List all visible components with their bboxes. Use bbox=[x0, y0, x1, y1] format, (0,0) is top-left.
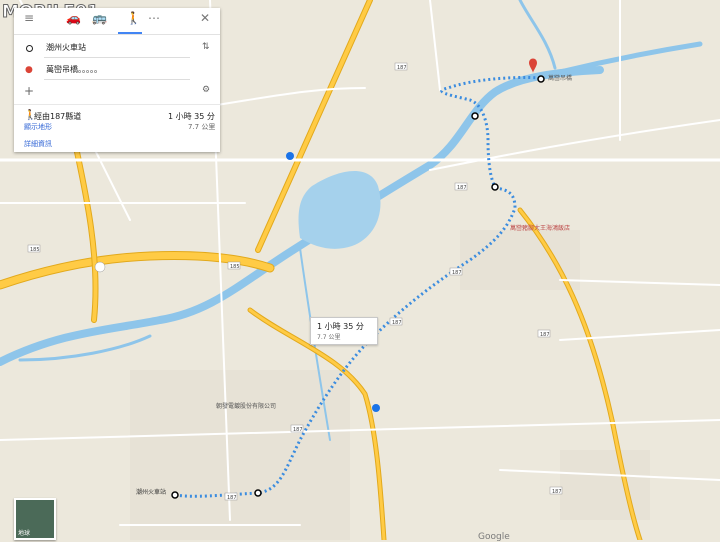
route-distance: 7.7 公里 bbox=[188, 123, 216, 131]
menu-icon[interactable]: ≡ bbox=[24, 11, 34, 25]
add-destination-row[interactable]: + ⚙ bbox=[14, 82, 220, 104]
bus-icon[interactable]: 🚌 bbox=[92, 11, 107, 25]
origin-input[interactable]: 潮州火車站 bbox=[46, 42, 86, 53]
suspension-bridge-label: 萬巒吊橋 bbox=[548, 74, 572, 82]
earth-view-toggle[interactable]: 地球 bbox=[14, 498, 56, 540]
options-icon[interactable]: ⚙ bbox=[202, 85, 210, 95]
road-shield-label: 187 bbox=[397, 65, 407, 71]
restaurant-label: 萬巒豬腳大王海鴻飯店 bbox=[510, 224, 570, 232]
road-shield-label: 187 bbox=[552, 489, 562, 495]
close-icon[interactable]: ✕ bbox=[200, 11, 210, 25]
road-shield-label: 185 bbox=[230, 264, 240, 270]
directions-panel: ≡ 🚗 🚌 🚶 ⋯ ✕ 潮州火車站 ⇅ ● 萬巒吊橋。。。。。 + ⚙ 🚶 經由… bbox=[14, 8, 220, 152]
origin-row[interactable]: 潮州火車站 ⇅ bbox=[14, 38, 220, 60]
route-title: 經由187縣道 bbox=[34, 112, 82, 121]
destination-pin-icon: ● bbox=[25, 65, 33, 75]
road-shield-label: 187 bbox=[293, 427, 303, 433]
waypoint-2 bbox=[491, 183, 499, 191]
road-shield-label: 187 bbox=[392, 320, 402, 326]
station-label: 潮州火車站 bbox=[136, 488, 166, 496]
route-time: 1 小時 35 分 bbox=[168, 112, 215, 121]
route-callout[interactable]: 1 小時 35 分 7.7 公里 bbox=[310, 317, 378, 345]
swap-icon[interactable]: ⇅ bbox=[202, 42, 210, 52]
add-destination-icon[interactable]: + bbox=[24, 84, 34, 98]
road-shield-label: 187 bbox=[227, 495, 237, 501]
destination-underline bbox=[44, 79, 190, 80]
more-icon[interactable]: ⋯ bbox=[148, 11, 160, 25]
origin-underline bbox=[44, 57, 190, 58]
walk-icon[interactable]: 🚶 bbox=[126, 11, 141, 25]
road-shield-label: 185 bbox=[30, 247, 40, 253]
road-shield-label: 187 bbox=[540, 332, 550, 338]
road-shield-label: 187 bbox=[452, 270, 462, 276]
earth-thumb-label: 地球 bbox=[18, 530, 31, 537]
destination-input[interactable]: 萬巒吊橋。。。。。 bbox=[46, 64, 102, 75]
car-icon[interactable]: 🚗 bbox=[66, 11, 81, 25]
callout-time: 1 小時 35 分 bbox=[317, 322, 364, 331]
google-watermark: Google bbox=[478, 532, 510, 542]
terrain-link[interactable]: 顯示地形 bbox=[24, 122, 52, 132]
factory-label: 朝發電鍍股份有限公司 bbox=[216, 402, 276, 410]
road-shield-label: 187 bbox=[457, 185, 467, 191]
transport-mode-bar: ≡ 🚗 🚌 🚶 ⋯ ✕ bbox=[14, 8, 220, 35]
details-link[interactable]: 詳細資訊 bbox=[24, 139, 52, 149]
origin-marker bbox=[171, 491, 179, 499]
waypoint-1 bbox=[471, 112, 479, 120]
route-summary[interactable]: 🚶 經由187縣道 1 小時 35 分 顯示地形 7.7 公里 詳細資訊 bbox=[14, 104, 220, 153]
origin-dot-icon bbox=[26, 45, 33, 52]
destination-row[interactable]: ● 萬巒吊橋。。。。。 bbox=[14, 60, 220, 82]
callout-distance: 7.7 公里 bbox=[317, 334, 341, 341]
waypoint-3 bbox=[254, 489, 262, 497]
active-mode-underline bbox=[118, 32, 142, 34]
